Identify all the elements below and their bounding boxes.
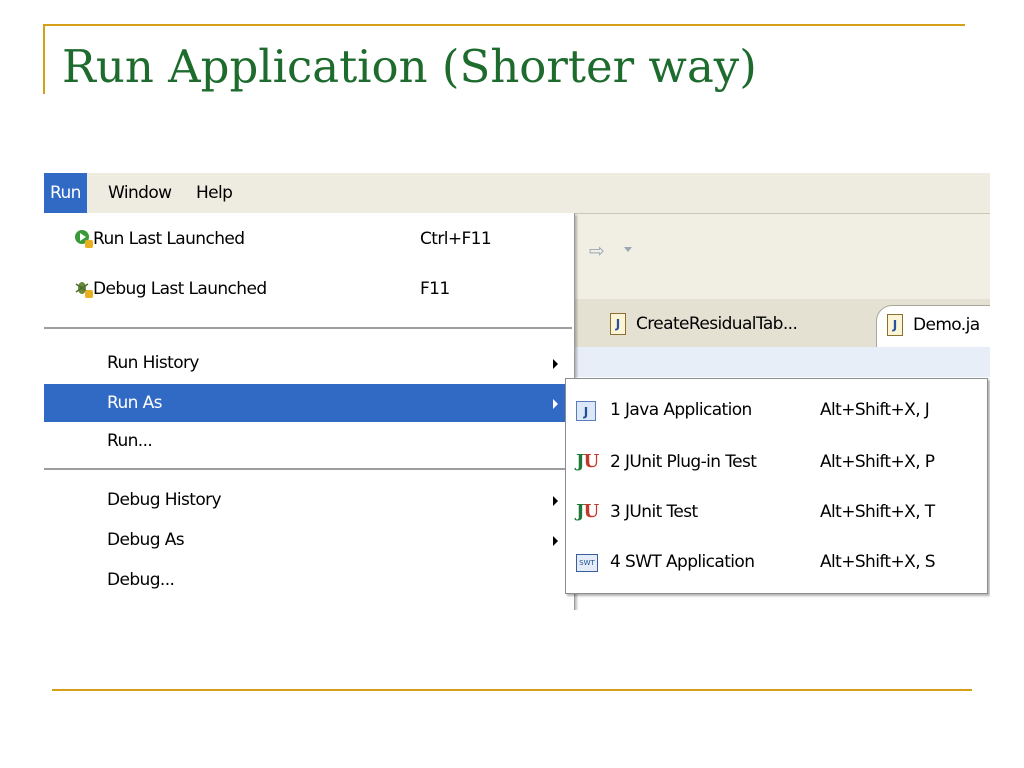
forward-dropdown-icon[interactable] [624,247,632,252]
run-menu: Run Last Launched Ctrl+F11 Debug Last La… [44,213,575,610]
menu-window[interactable]: Window [102,173,177,213]
menu-item-debug-last-launched[interactable]: Debug Last Launched F11 [44,270,574,308]
menu-separator [44,327,572,329]
menu-run[interactable]: Run [44,173,87,213]
submenu-item-junit-plugin-test[interactable]: JU 2 JUnit Plug-in Test Alt+Shift+X, P [566,437,987,487]
menu-separator [44,468,572,470]
junit-icon: JU [576,501,599,522]
menu-item-run-last-launched[interactable]: Run Last Launched Ctrl+F11 [44,220,574,258]
tab-demo[interactable]: J Demo.ja [876,305,990,348]
menu-item-debug[interactable]: Debug... [44,561,574,599]
menu-item-debug-history[interactable]: Debug History [44,481,574,519]
swt-icon: SWT [576,554,598,572]
run-as-submenu: J 1 Java Application Alt+Shift+X, J JU 2… [565,378,988,594]
java-file-icon: J [887,314,903,336]
menu-item-run[interactable]: Run... [44,422,574,460]
debug-icon [75,282,93,298]
junit-plugin-icon: JU [576,451,599,472]
menu-item-debug-as[interactable]: Debug As [44,521,574,559]
menu-help[interactable]: Help [190,173,238,213]
eclipse-screenshot: Run Window Help ⇨ J CreateResidualTab...… [44,173,990,610]
tab-createresidualtab[interactable]: J CreateResidualTab... [600,305,809,347]
slide-title: Run Application (Shorter way) [62,40,757,93]
run-icon [75,230,93,248]
submenu-item-junit-test[interactable]: JU 3 JUnit Test Alt+Shift+X, T [566,487,987,537]
menu-bar: Run Window Help [44,173,990,213]
submenu-arrow-icon [553,399,558,409]
submenu-item-swt-application[interactable]: SWT 4 SWT Application Alt+Shift+X, S [566,537,987,587]
tab-label: Demo.ja [913,315,980,335]
java-file-icon: J [610,313,626,335]
submenu-arrow-icon [553,496,558,506]
title-rule-top [43,24,965,26]
submenu-arrow-icon [553,536,558,546]
menu-item-run-history[interactable]: Run History [44,344,574,382]
submenu-item-java-application[interactable]: J 1 Java Application Alt+Shift+X, J [566,385,987,435]
forward-arrow-icon[interactable]: ⇨ [589,240,605,262]
footer-rule [52,689,972,691]
title-rule-left [43,24,45,94]
menu-item-run-as[interactable]: Run As [44,384,574,422]
tab-label: CreateResidualTab... [636,314,798,334]
java-app-icon: J [576,401,596,421]
submenu-arrow-icon [553,359,558,369]
